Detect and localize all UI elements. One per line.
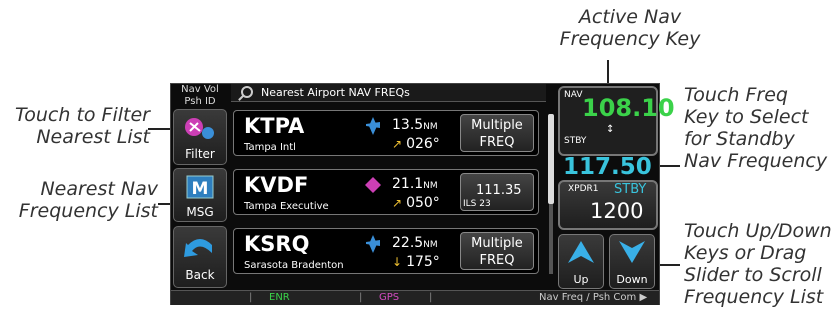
frequency-sublabel: FREQ — [479, 135, 515, 150]
back-arrow-icon — [184, 239, 212, 257]
distance: 22.5NM — [392, 235, 438, 251]
callout-text: Frequency List — [684, 286, 824, 308]
bearing-value: 050° — [406, 195, 440, 211]
nav-volume-knob-label: Nav Vol Psh ID — [173, 84, 227, 110]
callout-text: Key to Select — [684, 106, 809, 128]
callout-filter: Touch to Filter Nearest List — [0, 104, 150, 148]
swap-arrow-icon: ↕ — [606, 124, 615, 135]
callout-text: Touch Up/Down — [684, 220, 832, 242]
nav-source-indicator: GPS — [379, 292, 400, 303]
callout-text: Nav Frequency — [684, 150, 828, 172]
callout-text: Slider to Scroll — [684, 264, 822, 286]
bearing: ↗ 026° — [392, 136, 440, 152]
airport-ident: KSRQ — [244, 232, 310, 256]
transponder-key[interactable]: XPDR1 STBY 1200 — [558, 180, 658, 230]
bearing-value: 175° — [406, 254, 440, 270]
active-nav-frequency: 108.10 — [582, 94, 675, 122]
frequency-button[interactable]: Multiple FREQ — [460, 114, 534, 152]
frequency-sublabel: ILS 23 — [463, 199, 491, 209]
up-arrow-icon — [568, 241, 594, 263]
callout-freq: Touch Freq Key to Select for Standby Nav… — [684, 84, 834, 172]
divider: | — [429, 292, 433, 303]
page-title: Nearest Airport NAV FREQs — [261, 86, 410, 99]
knob-function-label: Nav Freq / Psh Com ▶ — [539, 292, 648, 303]
distance-value: 13.5 — [392, 117, 424, 133]
distance-value: 21.1 — [392, 176, 424, 192]
status-bar: | ENR | GPS | Nav Freq / Psh Com ▶ — [171, 290, 659, 305]
airport-ident: KTPA — [244, 114, 305, 138]
back-label: Back — [185, 268, 215, 282]
divider: | — [359, 292, 363, 303]
frequency-button[interactable]: Multiple FREQ — [460, 232, 534, 270]
callout-text: for Standby — [684, 128, 795, 150]
down-button[interactable]: Down — [609, 234, 655, 289]
scroll-slider[interactable] — [548, 114, 554, 204]
distance-unit: NM — [423, 122, 438, 132]
callout-active-nav: Active Nav Frequency Key — [530, 6, 730, 50]
airport-symbol-icon — [365, 177, 381, 193]
airport-name: Tampa Executive — [244, 201, 329, 212]
frequency-label: Multiple — [471, 118, 523, 133]
search-icon — [241, 86, 253, 98]
callout-text: Keys or Drag — [684, 242, 807, 264]
frequency-button[interactable]: 111.35 ILS 23 — [460, 173, 534, 211]
distance-unit: NM — [423, 240, 438, 250]
frequency-label: Multiple — [471, 236, 523, 251]
filter-label: Filter — [185, 147, 215, 161]
flight-phase-indicator: ENR — [269, 292, 290, 303]
standby-nav-frequency[interactable]: 117.50 — [563, 154, 652, 180]
distance: 21.1NM — [392, 176, 438, 192]
nav-vol-label: Nav Vol — [181, 84, 219, 95]
frequency-label: 111.35 — [476, 183, 522, 198]
xpdr-mode: STBY — [614, 182, 647, 197]
down-label: Down — [616, 273, 648, 286]
airport-ident: KVDF — [244, 173, 309, 197]
list-item[interactable]: KVDF Tampa Executive 21.1NM ↗ 050° 111.35… — [233, 169, 539, 215]
callout-updown: Touch Up/Down Keys or Drag Slider to Scr… — [684, 220, 838, 308]
xpdr-label: XPDR1 — [568, 184, 599, 194]
stby-label: STBY — [564, 136, 587, 146]
airport-symbol-icon — [366, 117, 380, 135]
active-nav-frequency-key[interactable]: NAV 108.10 ↕ STBY — [558, 86, 675, 156]
airport-name: Sarasota Bradenton — [244, 260, 344, 271]
device-screen: Nav Vol Psh ID Nearest Airport NAV FREQs… — [170, 83, 675, 305]
bearing: ↓ 175° — [392, 254, 440, 270]
page-title-bar: Nearest Airport NAV FREQs — [231, 84, 546, 102]
bearing-value: 026° — [406, 136, 440, 152]
distance-unit: NM — [423, 181, 438, 191]
svg-text:M: M — [192, 179, 209, 199]
callout-text: Frequency Key — [559, 28, 701, 50]
distance: 13.5NM — [392, 117, 438, 133]
airport-name: Tampa Intl — [244, 142, 296, 153]
frequency-sublabel: FREQ — [479, 253, 515, 268]
list-item[interactable]: KSRQ Sarasota Bradenton 22.5NM ↓ 175° Mul… — [233, 228, 539, 274]
up-button[interactable]: Up — [558, 234, 604, 289]
message-icon: M — [186, 175, 214, 199]
bearing-arrow-icon: ↗ — [392, 196, 403, 210]
callout-text: Nearest Nav — [40, 178, 158, 200]
bearing: ↗ 050° — [392, 195, 440, 211]
callout-text: Frequency List — [18, 200, 158, 222]
callout-text: Nearest List — [36, 126, 150, 148]
up-label: Up — [573, 273, 589, 286]
bearing-arrow-icon: ↓ — [392, 255, 403, 269]
filter-button[interactable]: Filter — [173, 109, 227, 165]
nav-label: NAV — [564, 90, 583, 100]
airport-symbol-icon — [366, 235, 380, 253]
callout-nearest: Nearest Nav Frequency List — [0, 178, 158, 222]
down-arrow-icon — [619, 241, 645, 263]
back-button[interactable]: Back — [173, 226, 227, 288]
callout-text: Touch Freq — [684, 84, 788, 106]
psh-id-label: Psh ID — [184, 96, 216, 107]
distance-value: 22.5 — [392, 235, 424, 251]
list-item[interactable]: KTPA Tampa Intl 13.5NM ↗ 026° Multiple FR… — [233, 110, 539, 156]
callout-text: Touch to Filter — [14, 104, 150, 126]
callout-text: Active Nav — [578, 6, 682, 28]
bearing-arrow-icon: ↗ — [392, 137, 403, 151]
xpdr-code: 1200 — [590, 199, 644, 223]
msg-label: MSG — [186, 205, 214, 219]
msg-button[interactable]: M MSG — [173, 168, 227, 222]
divider: | — [249, 292, 253, 303]
filter-icon — [185, 118, 214, 139]
